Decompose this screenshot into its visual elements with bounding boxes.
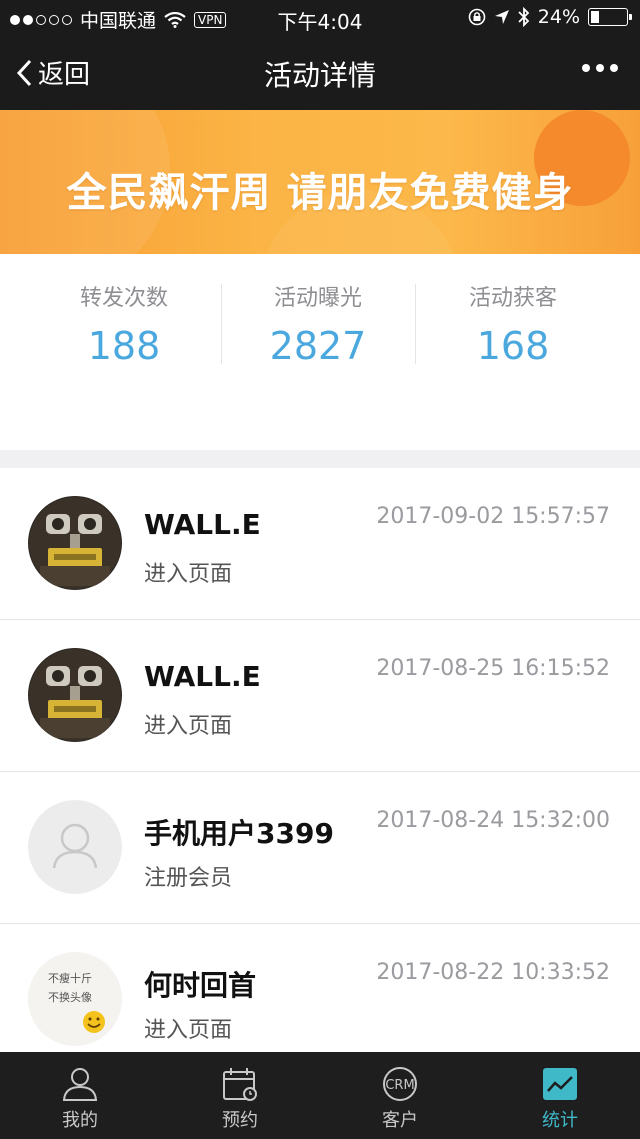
- avatar: 不瘦十斤 不换头像: [28, 952, 122, 1046]
- visit-timestamp: 2017-08-25 16:15:52: [376, 656, 610, 681]
- battery-icon: [588, 8, 632, 26]
- visitor-list: WALL.E 进入页面 2017-09-02 15:57:57 WALL.E 进…: [0, 468, 640, 1076]
- visitor-action: 注册会员: [144, 866, 233, 891]
- stats-panel: 转发次数 188 活动曝光 2827 活动获客 168: [0, 254, 640, 450]
- avatar: [28, 648, 122, 742]
- list-item[interactable]: WALL.E 进入页面 2017-08-25 16:15:52: [0, 620, 640, 772]
- location-arrow-icon: [494, 10, 509, 24]
- tab-statistics[interactable]: 统计: [480, 1052, 640, 1139]
- avatar: [28, 800, 122, 894]
- visitor-name: 手机用户3399: [144, 817, 334, 850]
- stat-exposure: 活动曝光 2827: [218, 280, 418, 368]
- stat-value: 168: [476, 324, 550, 368]
- visitor-name: WALL.E: [144, 660, 261, 693]
- avatar: [28, 496, 122, 590]
- chart-icon: [543, 1068, 577, 1100]
- stat-shares: 转发次数 188: [24, 280, 224, 368]
- page-title: 活动详情: [263, 59, 376, 92]
- calendar-icon: [223, 1068, 257, 1101]
- list-item[interactable]: 手机用户3399 注册会员 2017-08-24 15:32:00: [0, 772, 640, 924]
- visitor-action: 进入页面: [144, 1018, 233, 1043]
- battery-percent: 24%: [537, 6, 580, 28]
- tab-mine[interactable]: 我的: [0, 1052, 160, 1139]
- crm-icon: CRM: [383, 1067, 417, 1101]
- stat-label: 活动曝光: [273, 286, 362, 311]
- tab-customers[interactable]: CRM 客户: [320, 1052, 480, 1139]
- navigation-bar: 返回 活动详情: [0, 36, 640, 110]
- stat-value: 188: [87, 324, 161, 368]
- list-item[interactable]: WALL.E 进入页面 2017-09-02 15:57:57: [0, 468, 640, 620]
- visit-timestamp: 2017-08-22 10:33:52: [376, 960, 610, 985]
- bluetooth-icon: [518, 7, 530, 27]
- tab-label: 统计: [542, 1110, 578, 1131]
- person-icon: [62, 1068, 98, 1101]
- tab-bar: 我的 预约 CRM 客户 统计: [0, 1052, 640, 1139]
- stat-label: 转发次数: [79, 286, 168, 311]
- stat-customers: 活动获客 168: [413, 280, 613, 368]
- stat-value: 2827: [269, 324, 367, 368]
- tab-label: 客户: [382, 1110, 418, 1131]
- avatar-text-line: 不换头像: [48, 990, 92, 1004]
- rotation-lock-icon: [468, 8, 486, 26]
- banner-headline: 全民飙汗周 请朋友免费健身: [66, 170, 574, 216]
- activity-banner: 全民飙汗周 请朋友免费健身: [0, 110, 640, 254]
- visit-timestamp: 2017-09-02 15:57:57: [376, 504, 610, 529]
- tab-label: 预约: [222, 1110, 258, 1131]
- status-bar: 中国联通 VPN 下午4:04 24%: [0, 0, 640, 36]
- avatar-text-line: 不瘦十斤: [48, 971, 92, 985]
- visitor-name: 何时回首: [144, 969, 257, 1002]
- visitor-action: 进入页面: [144, 714, 233, 739]
- default-user-icon: [28, 800, 122, 894]
- visit-timestamp: 2017-08-24 15:32:00: [376, 808, 610, 833]
- tab-booking[interactable]: 预约: [160, 1052, 320, 1139]
- more-options-button[interactable]: [582, 64, 618, 72]
- tab-label: 我的: [62, 1110, 98, 1131]
- visitor-name: WALL.E: [144, 508, 261, 541]
- crm-icon-text: CRM: [385, 1078, 414, 1093]
- stat-label: 活动获客: [468, 286, 557, 311]
- visitor-action: 进入页面: [144, 562, 233, 587]
